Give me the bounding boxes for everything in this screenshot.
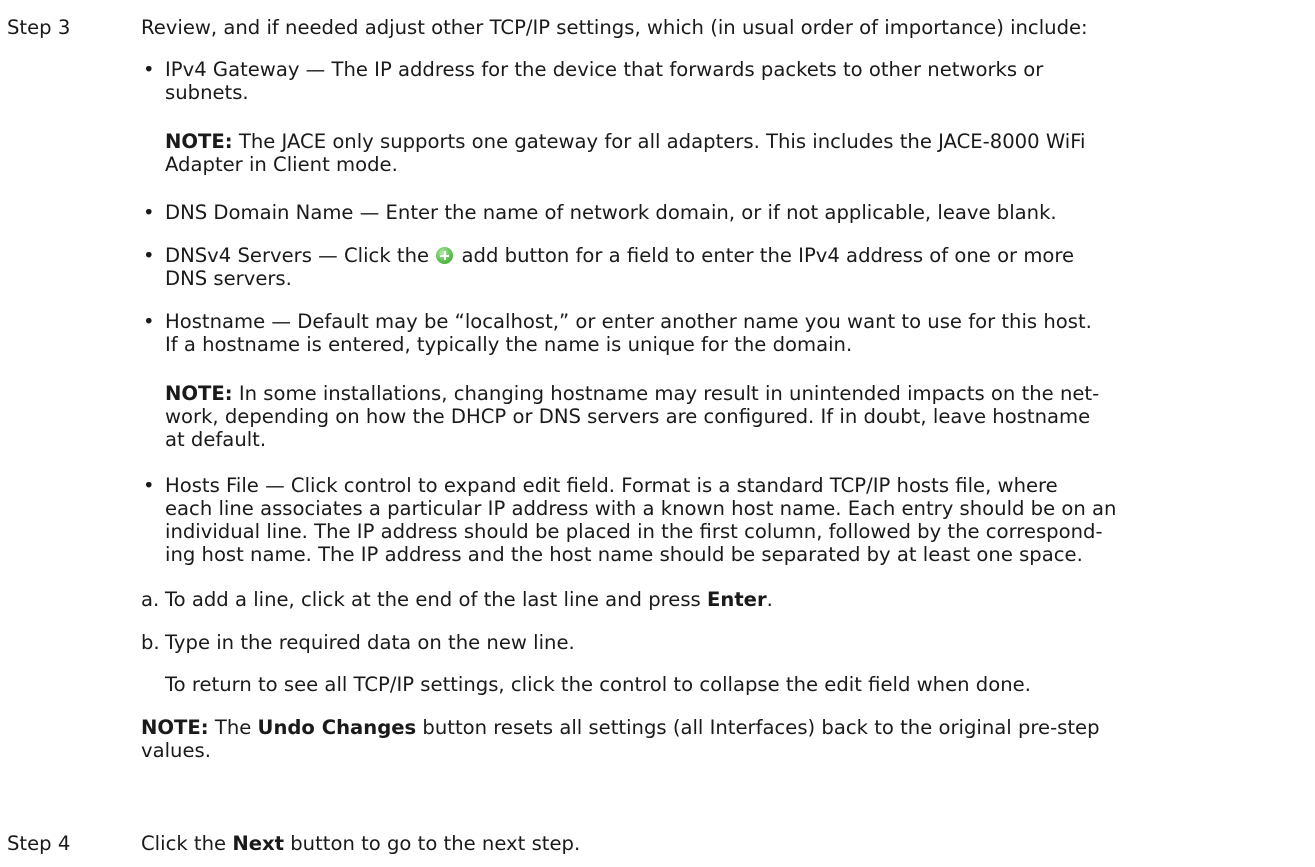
substep-a-text-before: To add a line, click at the end of the l…	[165, 588, 707, 611]
note-undo-text-before: The	[208, 716, 258, 739]
dns-domain-item: DNS Domain Name — Enter the name of netw…	[165, 201, 1057, 224]
step-4-text-after: button to go to the next step.	[284, 832, 581, 855]
note-label: NOTE:	[165, 130, 233, 153]
dnsv4-servers-text-before: DNSv4 Servers — Click the	[165, 244, 436, 267]
bullet-marker: •	[143, 201, 155, 224]
bullet-marker: •	[143, 474, 155, 497]
note-label: NOTE:	[165, 382, 233, 405]
hosts-file-line-2: each line associates a particular IP add…	[165, 497, 1117, 520]
note-hostname-line-3: at default.	[165, 428, 267, 451]
note-hostname-line-2: work, depending on how the DHCP or DNS s…	[165, 405, 1091, 428]
substep-b-marker: b.	[141, 631, 160, 654]
step-4-label: Step 4	[7, 832, 71, 855]
substep-a-marker: a.	[141, 588, 160, 611]
hosts-file-line-1: Hosts File — Click control to expand edi…	[165, 474, 1058, 497]
hostname-item: Hostname — Default may be “localhost,” o…	[165, 310, 1311, 356]
ipv4-gateway-item: IPv4 Gateway — The IP address for the de…	[165, 58, 1311, 104]
substep-b-text: Type in the required data on the new lin…	[165, 631, 575, 654]
note-gateway-text: The JACE only supports one gateway for a…	[232, 130, 1086, 153]
note-undo-line-2: values.	[141, 739, 211, 762]
step-3-intro: Review, and if needed adjust other TCP/I…	[141, 16, 1088, 39]
note-hostname-text: In some installations, changing hostname…	[232, 382, 1100, 405]
note-undo: NOTE: The Undo Changes button resets all…	[141, 716, 1311, 762]
dnsv4-servers-text-after: add button for a field to enter the IPv4…	[455, 244, 1075, 267]
hostname-line-2: If a hostname is entered, typically the …	[165, 333, 853, 356]
note-gateway-line-2: Adapter in Client mode.	[165, 153, 398, 176]
substep-a-text: To add a line, click at the end of the l…	[165, 588, 1311, 611]
return-instructions: To return to see all TCP/IP settings, cl…	[165, 673, 1031, 696]
note-gateway: NOTE: The JACE only supports one gateway…	[165, 130, 1315, 176]
ipv4-gateway-line-2: subnets.	[165, 81, 249, 104]
substep-a-text-after: .	[766, 588, 773, 611]
bullet-marker: •	[143, 58, 155, 81]
hosts-file-item: Hosts File — Click control to expand edi…	[165, 474, 1311, 566]
next-button-label: Next	[232, 832, 285, 855]
step-4-text: Click the Next button to go to the next …	[141, 832, 1311, 855]
note-label: NOTE:	[141, 716, 209, 739]
step-3-label: Step 3	[7, 16, 71, 39]
dnsv4-servers-item: DNSv4 Servers — Click the add button for…	[165, 244, 1311, 290]
note-hostname-line-1: NOTE: In some installations, changing ho…	[165, 382, 1315, 405]
step-4-text-before: Click the	[141, 832, 233, 855]
add-icon	[436, 247, 454, 264]
note-gateway-line-1: NOTE: The JACE only supports one gateway…	[165, 130, 1315, 153]
note-undo-text-after: button resets all settings (all Interfac…	[416, 716, 1100, 739]
enter-key-label: Enter	[706, 588, 767, 611]
dnsv4-servers-line-1: DNSv4 Servers — Click the add button for…	[165, 244, 1311, 267]
bullet-marker: •	[143, 244, 155, 267]
dnsv4-servers-line-2: DNS servers.	[165, 267, 292, 290]
hosts-file-line-4: ing host name. The IP address and the ho…	[165, 543, 1083, 566]
note-hostname: NOTE: In some installations, changing ho…	[165, 382, 1315, 451]
hostname-line-1: Hostname — Default may be “localhost,” o…	[165, 310, 1092, 333]
hosts-file-line-3: individual line. The IP address should b…	[165, 520, 1103, 543]
undo-changes-label: Undo Changes	[257, 716, 417, 739]
note-undo-line-1: NOTE: The Undo Changes button resets all…	[141, 716, 1311, 739]
ipv4-gateway-line-1: IPv4 Gateway — The IP address for the de…	[165, 58, 1044, 81]
bullet-marker: •	[143, 310, 155, 333]
